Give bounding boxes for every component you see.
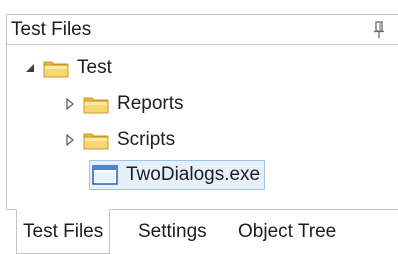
tab-label: Object Tree: [238, 221, 337, 242]
tab-test-files[interactable]: Test Files: [16, 209, 111, 254]
folder-icon: [83, 97, 109, 114]
tree-node-label: Reports: [117, 93, 184, 114]
panel-title: Test Files: [11, 18, 92, 40]
pin-icon[interactable]: [372, 21, 386, 39]
folder-icon: [83, 133, 109, 150]
tree-node-label: TwoDialogs.exe: [126, 164, 261, 185]
tab-object-tree[interactable]: Object Tree: [232, 210, 342, 254]
folder-icon: [43, 61, 69, 78]
panel-header: Test Files: [6, 14, 398, 45]
exe-window-icon: [92, 165, 118, 185]
collapse-arrow-icon[interactable]: [63, 133, 77, 147]
tree-node-label: Test: [77, 57, 112, 78]
tab-label: Settings: [138, 221, 207, 242]
tree-node-twodialogs-exe[interactable]: TwoDialogs.exe: [89, 160, 266, 190]
tree-node-label: Scripts: [117, 129, 176, 150]
test-files-tree: Test Reports Scripts TwoDialogs.exe: [6, 45, 398, 209]
tab-settings[interactable]: Settings: [132, 210, 213, 254]
tree-node-scripts[interactable]: Scripts: [63, 125, 175, 155]
tab-label: Test Files: [23, 220, 104, 242]
test-files-panel: Test Files Test Reports Scripts TwoDialo…: [0, 0, 398, 254]
expand-arrow-icon[interactable]: [23, 61, 37, 75]
tree-node-test[interactable]: Test: [23, 53, 112, 83]
collapse-arrow-icon[interactable]: [63, 97, 77, 111]
panel-tab-bar: Test Files Settings Object Tree: [6, 209, 398, 254]
tree-node-reports[interactable]: Reports: [63, 89, 184, 119]
